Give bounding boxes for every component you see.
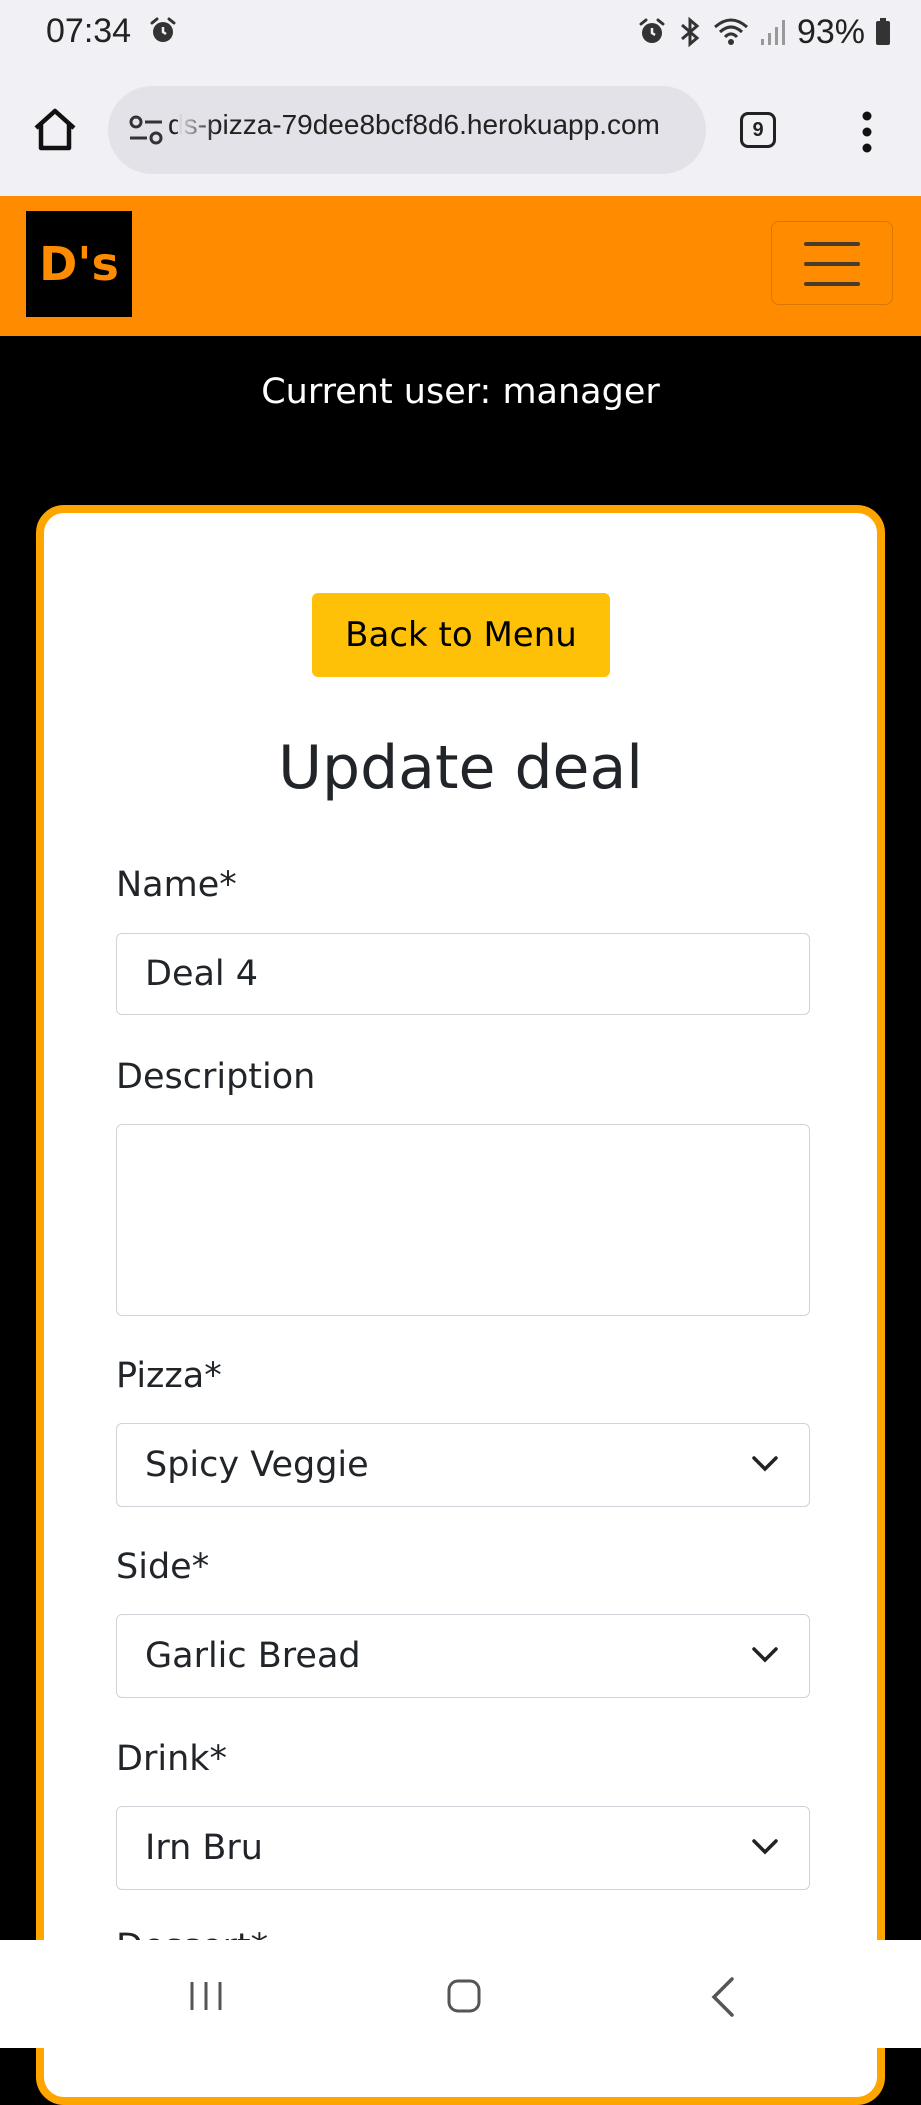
side-select[interactable]: Garlic Bread <box>116 1614 810 1698</box>
home-icon[interactable] <box>30 104 80 154</box>
chevron-down-icon <box>752 1839 778 1855</box>
hamburger-line <box>804 242 860 246</box>
name-input-value: Deal 4 <box>145 954 259 994</box>
drink-label: Drink* <box>116 1739 228 1779</box>
name-label: Name* <box>116 865 237 905</box>
status-bar: 07:34 93% <box>0 0 921 66</box>
status-time: 07:34 <box>46 12 132 50</box>
side-select-value: Garlic Bread <box>145 1636 361 1676</box>
recent-apps-icon[interactable] <box>186 1978 226 2014</box>
drink-select[interactable]: Irn Bru <box>116 1806 810 1890</box>
url-fade <box>178 86 214 174</box>
update-deal-card: Back to Menu Update deal Name* Deal 4 De… <box>36 505 885 2105</box>
description-textarea[interactable] <box>116 1124 810 1316</box>
hamburger-line <box>804 282 860 286</box>
brand-logo[interactable]: D's <box>26 211 132 317</box>
signal-icon <box>760 20 785 45</box>
name-input[interactable]: Deal 4 <box>116 933 810 1015</box>
hamburger-line <box>804 262 860 266</box>
alarm-icon <box>150 17 176 42</box>
tab-switcher-button[interactable]: 9 <box>740 112 776 148</box>
home-nav-icon[interactable] <box>446 1978 482 2014</box>
drink-select-value: Irn Bru <box>145 1828 263 1868</box>
battery-percent: 93% <box>796 12 865 51</box>
back-to-menu-button[interactable]: Back to Menu <box>312 593 610 677</box>
wifi-icon <box>713 18 748 45</box>
navbar-toggler-button[interactable] <box>771 221 893 305</box>
pizza-select-value: Spicy Veggie <box>145 1445 369 1485</box>
description-label: Description <box>116 1057 316 1097</box>
site-navbar: D's <box>0 196 921 336</box>
pizza-select[interactable]: Spicy Veggie <box>116 1423 810 1507</box>
url-text: ds-pizza-79dee8bcf8d6.herokuapp.com <box>168 109 660 140</box>
back-nav-icon[interactable] <box>708 1976 738 2018</box>
page-title: Update deal <box>278 733 643 803</box>
chevron-down-icon <box>752 1647 778 1663</box>
more-options-icon[interactable] <box>852 110 882 154</box>
alarm-icon <box>639 18 665 43</box>
current-user-text: Current user: manager <box>261 372 660 412</box>
pizza-label: Pizza* <box>116 1356 222 1396</box>
browser-toolbar: ds-pizza-79dee8bcf8d6.herokuapp.com 9 <box>0 66 921 198</box>
system-navigation-bar <box>0 1940 921 2048</box>
site-settings-icon[interactable] <box>126 110 166 150</box>
address-bar[interactable]: ds-pizza-79dee8bcf8d6.herokuapp.com <box>108 86 706 174</box>
battery-icon <box>876 18 890 45</box>
side-label: Side* <box>116 1547 210 1587</box>
chevron-down-icon <box>752 1456 778 1472</box>
bluetooth-icon <box>680 16 700 48</box>
